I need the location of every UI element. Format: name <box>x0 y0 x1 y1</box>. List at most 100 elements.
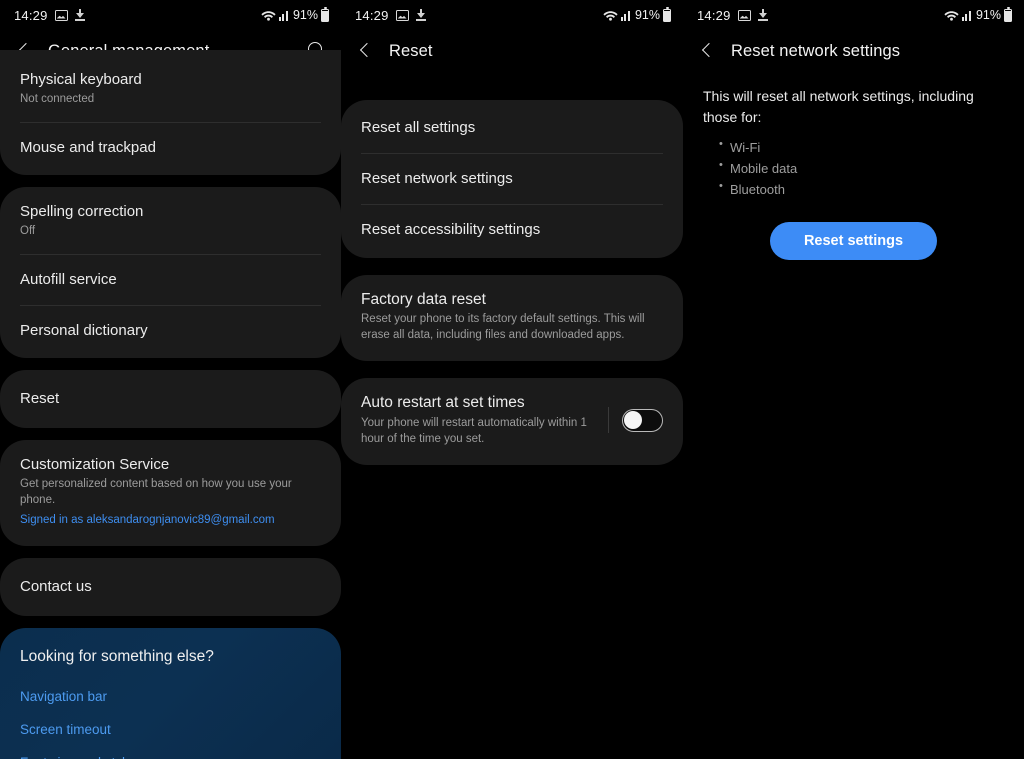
settings-group-reset: Reset <box>0 369 341 429</box>
suggestion-card-title: Looking for something else? <box>20 648 214 666</box>
reset-settings-button-wrap: Reset settings <box>703 222 1004 261</box>
suggestion-link-font-size-and-style[interactable]: Font size and style <box>20 746 321 759</box>
list-item-label: Reset accessibility settings <box>361 221 541 239</box>
list-item-factory-data-reset[interactable]: Factory data reset Reset your phone to i… <box>341 275 683 362</box>
list-item-label: Contact us <box>20 577 92 595</box>
reset-network-description: This will reset all network settings, in… <box>703 88 974 125</box>
back-chevron-icon[interactable] <box>697 40 719 62</box>
battery-percent: 91% <box>292 8 318 22</box>
reset-network-body: This will reset all network settings, in… <box>683 72 1024 261</box>
wifi-icon <box>603 11 618 21</box>
battery-icon <box>1004 6 1012 22</box>
list-item-sub: Reset your phone to its factory default … <box>361 313 645 341</box>
auto-restart-texts: Auto restart at set times Your phone wil… <box>361 393 608 447</box>
app-bar-reset: Reset <box>341 30 683 72</box>
list-item-mobile-data: Mobile data <box>719 157 1004 179</box>
wifi-icon <box>261 11 276 21</box>
toggle-knob <box>624 410 642 429</box>
status-bar-left: 14:29 <box>697 8 769 23</box>
download-icon <box>757 9 769 21</box>
settings-list: Physical keyboard Not connected Mouse an… <box>0 50 341 759</box>
signal-icon <box>278 10 288 21</box>
page-title: Reset network settings <box>731 41 901 60</box>
status-bar-right: 91% <box>261 6 329 22</box>
suggestion-link-screen-timeout[interactable]: Screen timeout <box>20 713 321 746</box>
status-time: 14:29 <box>355 7 389 23</box>
list-item-label: Customization Service <box>20 456 170 474</box>
wifi-icon <box>944 11 959 21</box>
panel-reset-network-settings: 14:29 91% Reset network settings This wi… <box>683 0 1024 759</box>
image-icon <box>395 9 409 21</box>
settings-group-keyboard: Physical keyboard Not connected Mouse an… <box>0 50 341 175</box>
list-item-spelling-correction[interactable]: Spelling correction Off <box>0 187 341 254</box>
back-chevron-icon[interactable] <box>355 40 377 62</box>
list-item-bluetooth: Bluetooth <box>719 178 1004 200</box>
list-item-reset-all-settings[interactable]: Reset all settings <box>341 100 683 153</box>
list-item-label: Mouse and trackpad <box>20 138 156 156</box>
list-item-sub: Not connected <box>20 93 95 106</box>
list-item-auto-restart-at-set-times[interactable]: Auto restart at set times Your phone wil… <box>341 378 683 465</box>
list-item-customization-service[interactable]: Customization Service Get personalized c… <box>0 440 341 546</box>
three-phone-screenshots: 14:29 91% General management <box>0 0 1024 759</box>
app-bar-reset-network-settings: Reset network settings <box>683 30 1024 72</box>
auto-restart-toggle[interactable] <box>622 408 663 432</box>
status-bar-right: 91% <box>603 6 671 22</box>
list-item-mouse-and-trackpad[interactable]: Mouse and trackpad <box>0 121 341 175</box>
list-item-sub: Off <box>20 225 36 238</box>
reset-settings-button[interactable]: Reset settings <box>769 222 938 261</box>
status-time: 14:29 <box>697 7 731 23</box>
download-icon <box>74 9 86 21</box>
list-item-label: Physical keyboard <box>20 71 142 88</box>
list-item-personal-dictionary[interactable]: Personal dictionary <box>0 304 341 358</box>
list-item-label: Reset network settings <box>361 170 513 188</box>
list-item-label: Spelling correction <box>20 202 144 220</box>
status-bar-left: 14:29 <box>355 8 427 23</box>
list-item-reset-network-settings[interactable]: Reset network settings <box>341 153 683 204</box>
page-title: Reset <box>389 41 433 60</box>
signal-icon <box>961 10 971 21</box>
list-item-label: Reset <box>20 389 60 407</box>
settings-list: Reset all settings Reset network setting… <box>341 72 683 466</box>
toggle-divider <box>608 407 609 434</box>
list-item-physical-keyboard[interactable]: Physical keyboard Not connected <box>0 50 341 122</box>
list-item-wifi: Wi-Fi <box>719 136 1004 158</box>
list-item-sub: Your phone will restart automatically wi… <box>361 417 587 445</box>
battery-icon <box>321 6 329 22</box>
settings-group-input: Spelling correction Off Autofill service… <box>0 186 341 358</box>
list-item-label: Autofill service <box>20 270 117 288</box>
settings-group-factory-data-reset: Factory data reset Reset your phone to i… <box>341 274 683 362</box>
reset-network-bullet-list: Wi-Fi Mobile data Bluetooth <box>703 136 1004 200</box>
list-item-contact-us[interactable]: Contact us <box>0 558 341 616</box>
signal-icon <box>620 10 630 21</box>
settings-group-auto-restart: Auto restart at set times Your phone wil… <box>341 378 683 466</box>
signed-in-account-link[interactable]: Signed in as aleksandarognjanovic89@gmai… <box>20 513 321 529</box>
list-item-reset[interactable]: Reset <box>0 370 341 428</box>
image-icon <box>737 9 751 21</box>
status-bar-right: 91% <box>944 6 1012 22</box>
list-item-label: Reset all settings <box>361 119 476 136</box>
battery-icon <box>663 6 671 22</box>
suggestion-link-navigation-bar[interactable]: Navigation bar <box>20 680 321 713</box>
list-item-autofill-service[interactable]: Autofill service <box>0 253 341 305</box>
list-item-sub: Get personalized content based on how yo… <box>20 478 292 506</box>
status-bar: 14:29 91% <box>341 0 683 30</box>
settings-group-contact-us: Contact us <box>0 557 341 617</box>
status-time: 14:29 <box>14 7 48 23</box>
list-item-label: Personal dictionary <box>20 321 148 339</box>
list-item-label: Factory data reset <box>361 290 486 308</box>
status-bar: 14:29 91% <box>0 0 341 30</box>
settings-group-reset-options: Reset all settings Reset network setting… <box>341 100 683 258</box>
panel-general-management: 14:29 91% General management <box>0 0 341 759</box>
list-item-label: Auto restart at set times <box>361 394 525 412</box>
suggestion-card: Looking for something else? Navigation b… <box>0 628 341 759</box>
auto-restart-toggle-wrap <box>608 407 663 434</box>
settings-group-customization-service: Customization Service Get personalized c… <box>0 440 341 546</box>
status-bar: 14:29 91% <box>683 0 1024 30</box>
battery-percent: 91% <box>634 8 660 22</box>
list-item-reset-accessibility-settings[interactable]: Reset accessibility settings <box>341 204 683 257</box>
image-icon <box>54 9 68 21</box>
status-bar-left: 14:29 <box>14 8 86 23</box>
battery-percent: 91% <box>975 8 1001 22</box>
panel-reset: 14:29 91% Reset Reset all settings Reset… <box>341 0 683 759</box>
download-icon <box>415 9 427 21</box>
